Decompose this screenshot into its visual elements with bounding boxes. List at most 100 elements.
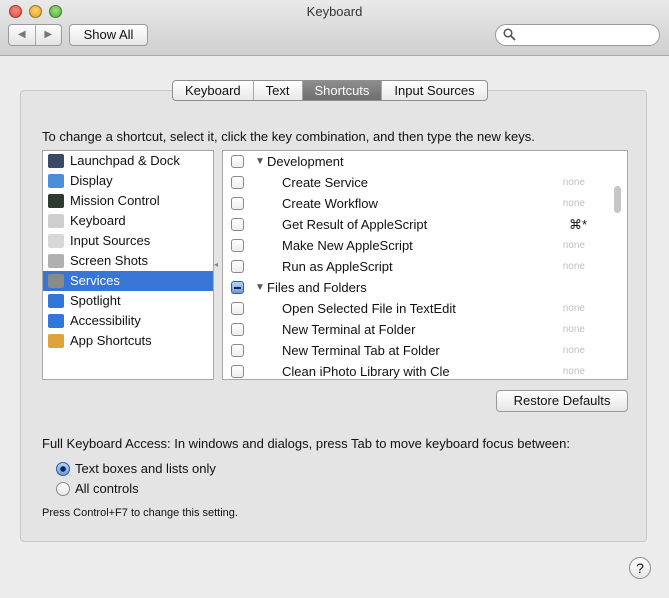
category-item[interactable]: Input Sources (43, 231, 213, 251)
enable-checkbox[interactable] (231, 239, 244, 252)
shortcut-key[interactable]: none (563, 319, 585, 340)
enable-checkbox[interactable] (231, 323, 244, 336)
shortcut-key[interactable]: none (563, 298, 585, 319)
radio-text-boxes-lists[interactable]: Text boxes and lists only (56, 460, 216, 478)
shortcut-row[interactable]: Create Service none (223, 172, 627, 193)
shortcut-label: New Terminal Tab at Folder (282, 343, 440, 358)
display-icon (48, 174, 64, 188)
enable-checkbox[interactable] (231, 197, 244, 210)
enable-checkbox[interactable] (231, 281, 244, 294)
launchpad-dock-icon (48, 154, 64, 168)
tab-bar: Keyboard Text Shortcuts Input Sources (172, 80, 488, 101)
radio-all-controls[interactable]: All controls (56, 480, 139, 498)
shortcut-key[interactable]: none (563, 361, 585, 379)
category-item[interactable]: Accessibility (43, 311, 213, 331)
category-label: Services (70, 273, 120, 288)
enable-checkbox[interactable] (231, 260, 244, 273)
shortcut-row[interactable]: Open Selected File in TextEdit none (223, 298, 627, 319)
shortcut-group-row[interactable]: ▼ Development (223, 151, 627, 172)
category-item[interactable]: Spotlight (43, 291, 213, 311)
radio-label: Text boxes and lists only (75, 461, 216, 476)
input-sources-icon (48, 234, 64, 248)
group-label: Development (267, 154, 344, 169)
category-label: Screen Shots (70, 253, 149, 268)
category-item[interactable]: Display (43, 171, 213, 191)
split-resize-handle[interactable]: ◂ (214, 261, 220, 269)
radio-label: All controls (75, 481, 139, 496)
group-label: Files and Folders (267, 280, 367, 295)
enable-checkbox[interactable] (231, 218, 244, 231)
tab-shortcuts[interactable]: Shortcuts (301, 81, 382, 100)
shortcut-label: Clean iPhoto Library with Cle (282, 364, 450, 379)
enable-checkbox[interactable] (231, 365, 244, 378)
back-arrow-icon[interactable]: ◀ (9, 25, 35, 45)
spotlight-icon (48, 294, 64, 308)
tab-keyboard[interactable]: Keyboard (173, 81, 253, 100)
shortcut-key[interactable]: none (563, 340, 585, 361)
category-label: App Shortcuts (70, 333, 152, 348)
shortcut-row[interactable]: New Terminal at Folder none (223, 319, 627, 340)
category-item[interactable]: App Shortcuts (43, 331, 213, 351)
search-input[interactable] (520, 27, 650, 43)
shortcut-key[interactable]: none (563, 256, 585, 277)
radio-indicator (56, 462, 70, 476)
disclosure-triangle-icon[interactable]: ▼ (255, 277, 265, 298)
shortcut-label: Run as AppleScript (282, 259, 393, 274)
help-button[interactable]: ? (629, 557, 651, 579)
instruction-text: To change a shortcut, select it, click t… (42, 129, 535, 144)
full-keyboard-access-label: Full Keyboard Access: In windows and dia… (42, 436, 570, 451)
enable-checkbox[interactable] (231, 344, 244, 357)
shortcut-key[interactable]: none (563, 172, 585, 193)
tab-text[interactable]: Text (252, 81, 302, 100)
shortcut-group-row[interactable]: ▼ Files and Folders (223, 277, 627, 298)
search-field[interactable] (495, 24, 660, 46)
restore-defaults-button[interactable]: Restore Defaults (496, 390, 628, 412)
shortcut-label: Get Result of AppleScript (282, 217, 428, 232)
screen-shots-icon (48, 254, 64, 268)
title-bar: Keyboard ◀ ▶ Show All (0, 0, 669, 56)
shortcut-label: Open Selected File in TextEdit (282, 301, 456, 316)
shortcut-row[interactable]: Run as AppleScript none (223, 256, 627, 277)
shortcut-key[interactable]: none (563, 235, 585, 256)
category-label: Accessibility (70, 313, 141, 328)
shortcut-label: Create Service (282, 175, 368, 190)
category-list[interactable]: Launchpad & Dock Display Mission Control Ke… (42, 150, 214, 380)
shortcut-label: Create Workflow (282, 196, 378, 211)
mission-control-icon (48, 194, 64, 208)
shortcut-key[interactable]: none (563, 193, 585, 214)
enable-checkbox[interactable] (231, 176, 244, 189)
keyboard-access-hint: Press Control+F7 to change this setting. (42, 507, 238, 519)
category-item[interactable]: Keyboard (43, 211, 213, 231)
category-item[interactable]: Screen Shots (43, 251, 213, 271)
shortcut-row[interactable]: Create Workflow none (223, 193, 627, 214)
category-item[interactable]: Mission Control (43, 191, 213, 211)
enable-checkbox[interactable] (231, 155, 244, 168)
tab-input-sources[interactable]: Input Sources (381, 81, 486, 100)
shortcut-row[interactable]: New Terminal Tab at Folder none (223, 340, 627, 361)
back-forward-control: ◀ ▶ (8, 24, 62, 46)
category-item[interactable]: Services (43, 271, 213, 291)
shortcut-row[interactable]: Clean iPhoto Library with Cle none (223, 361, 627, 379)
shortcut-row[interactable]: Make New AppleScript none (223, 235, 627, 256)
forward-arrow-icon[interactable]: ▶ (34, 25, 62, 45)
shortcut-label: New Terminal at Folder (282, 322, 416, 337)
services-gear-icon (48, 274, 64, 288)
show-all-button[interactable]: Show All (69, 24, 148, 46)
accessibility-icon (48, 314, 64, 328)
category-label: Keyboard (70, 213, 126, 228)
radio-indicator (56, 482, 70, 496)
category-item[interactable]: Launchpad & Dock (43, 151, 213, 171)
app-shortcuts-icon (48, 334, 64, 348)
category-label: Display (70, 173, 113, 188)
shortcut-list[interactable]: ▼ Development Create Service none Create Wor… (222, 150, 628, 380)
enable-checkbox[interactable] (231, 302, 244, 315)
shortcut-list-scrollbar[interactable] (614, 186, 621, 213)
category-label: Spotlight (70, 293, 121, 308)
shortcut-row[interactable]: Get Result of AppleScript ⌘* (223, 214, 627, 235)
search-icon (503, 28, 517, 42)
shortcut-key[interactable]: ⌘* (569, 214, 587, 235)
window-title: Keyboard (306, 4, 363, 19)
shortcut-label: Make New AppleScript (282, 238, 413, 253)
category-label: Launchpad & Dock (70, 153, 180, 168)
disclosure-triangle-icon[interactable]: ▼ (255, 151, 265, 172)
